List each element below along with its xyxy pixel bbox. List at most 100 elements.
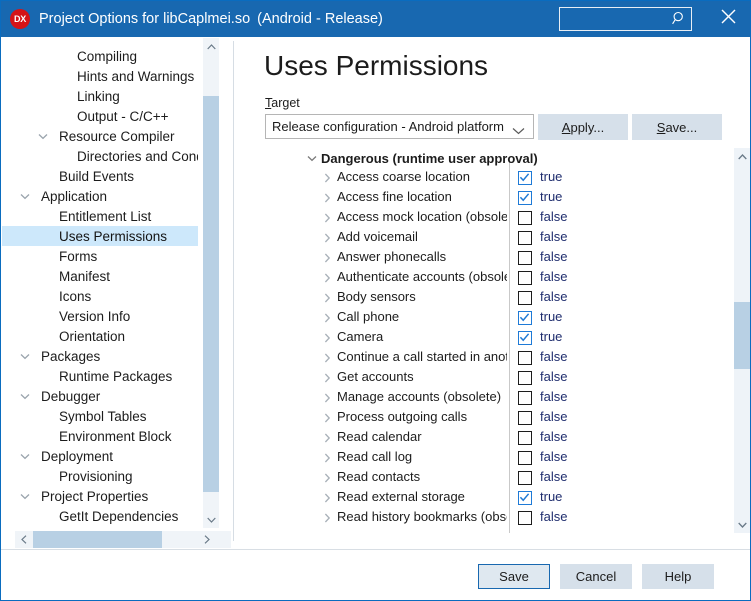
sidebar-item-entitlement-list[interactable]: Entitlement List xyxy=(2,206,198,226)
permission-checkbox[interactable] xyxy=(518,431,532,445)
permission-row[interactable]: Process outgoing callsfalse xyxy=(296,408,733,428)
permission-checkbox[interactable] xyxy=(518,291,532,305)
permission-checkbox[interactable] xyxy=(518,451,532,465)
close-button[interactable] xyxy=(714,5,742,33)
sidebar-item-environment-block[interactable]: Environment Block xyxy=(2,426,198,446)
help-button[interactable]: Help xyxy=(642,564,714,589)
permission-row[interactable]: Access coarse locationtrue xyxy=(296,168,733,188)
permission-row[interactable]: Answer phonecallsfalse xyxy=(296,248,733,268)
sidebar-item-uses-permissions[interactable]: Uses Permissions xyxy=(2,226,198,246)
sidebar-item-runtime-packages[interactable]: Runtime Packages xyxy=(2,366,198,386)
sidebar-item-linking[interactable]: Linking xyxy=(2,86,198,106)
permission-checkbox[interactable] xyxy=(518,351,532,365)
save-config-button[interactable]: Save... xyxy=(632,114,722,140)
sidebar-item-provisioning[interactable]: Provisioning xyxy=(2,466,198,486)
permission-row[interactable]: Read external storagetrue xyxy=(296,488,733,508)
chevron-right-icon[interactable] xyxy=(320,351,334,365)
permission-row[interactable]: Call phonetrue xyxy=(296,308,733,328)
tree-scroll-up-button[interactable] xyxy=(203,38,219,55)
chevron-right-icon[interactable] xyxy=(320,511,334,525)
chevron-right-icon[interactable] xyxy=(320,191,334,205)
sidebar-item-output-c-c[interactable]: Output - C/C++ xyxy=(2,106,198,126)
permissions-scroll-up-button[interactable] xyxy=(734,148,751,165)
permission-row[interactable]: Add voicemailfalse xyxy=(296,228,733,248)
apply-button[interactable]: Apply... xyxy=(538,114,628,140)
sidebar-item-forms[interactable]: Forms xyxy=(2,246,198,266)
permission-checkbox[interactable] xyxy=(518,471,532,485)
chevron-right-icon[interactable] xyxy=(320,471,334,485)
permission-checkbox[interactable] xyxy=(518,511,532,525)
permission-checkbox[interactable] xyxy=(518,191,532,205)
chevron-right-icon[interactable] xyxy=(320,251,334,265)
chevron-right-icon[interactable] xyxy=(320,491,334,505)
permission-row[interactable]: Body sensorsfalse xyxy=(296,288,733,308)
permission-checkbox[interactable] xyxy=(518,371,532,385)
sidebar-item-symbol-tables[interactable]: Symbol Tables xyxy=(2,406,198,426)
permission-row[interactable]: Read contactsfalse xyxy=(296,468,733,488)
permission-row[interactable]: Cameratrue xyxy=(296,328,733,348)
sidebar-item-manifest[interactable]: Manifest xyxy=(2,266,198,286)
permission-checkbox[interactable] xyxy=(518,251,532,265)
permission-row[interactable]: Read call logfalse xyxy=(296,448,733,468)
permission-row[interactable]: Continue a call started in another appfa… xyxy=(296,348,733,368)
chevron-down-icon[interactable] xyxy=(17,488,33,504)
permission-checkbox[interactable] xyxy=(518,331,532,345)
sidebar-item-version-info[interactable]: Version Info xyxy=(2,306,198,326)
chevron-right-icon[interactable] xyxy=(320,331,334,345)
chevron-right-icon[interactable] xyxy=(320,371,334,385)
sidebar-item-debugger[interactable]: Debugger xyxy=(2,386,198,406)
chevron-right-icon[interactable] xyxy=(320,211,334,225)
chevron-down-icon[interactable] xyxy=(304,150,320,166)
permission-row[interactable]: Authenticate accounts (obsolete)false xyxy=(296,268,733,288)
options-tree[interactable]: CompilingHints and WarningsLinkingOutput… xyxy=(2,46,198,527)
permission-row[interactable]: Read history bookmarks (obsolete)false xyxy=(296,508,733,528)
sidebar-item-packages[interactable]: Packages xyxy=(2,346,198,366)
permission-row[interactable]: Access mock location (obsolete)false xyxy=(296,208,733,228)
permission-checkbox[interactable] xyxy=(518,211,532,225)
sidebar-item-deployment[interactable]: Deployment xyxy=(2,446,198,466)
permission-checkbox[interactable] xyxy=(518,171,532,185)
sidebar-item-directories-and-conditions[interactable]: Directories and Conditions xyxy=(2,146,198,166)
tree-scroll-down-button[interactable] xyxy=(203,511,219,528)
chevron-right-icon[interactable] xyxy=(320,231,334,245)
chevron-right-icon[interactable] xyxy=(320,391,334,405)
tree-hscrollbar-thumb[interactable] xyxy=(33,531,162,548)
target-combobox[interactable]: Release configuration - Android platform xyxy=(265,114,534,139)
chevron-right-icon[interactable] xyxy=(320,291,334,305)
permission-row[interactable]: Read calendarfalse xyxy=(296,428,733,448)
sidebar-item-resource-compiler[interactable]: Resource Compiler xyxy=(2,126,198,146)
tree-vertical-scrollbar[interactable] xyxy=(203,38,219,528)
chevron-down-icon[interactable] xyxy=(35,128,51,144)
tree-scroll-right-button[interactable] xyxy=(198,531,215,548)
sidebar-item-compiling[interactable]: Compiling xyxy=(2,46,198,66)
chevron-right-icon[interactable] xyxy=(320,311,334,325)
sidebar-item-orientation[interactable]: Orientation xyxy=(2,326,198,346)
chevron-down-icon[interactable] xyxy=(17,348,33,364)
permission-row[interactable]: Manage accounts (obsolete)false xyxy=(296,388,733,408)
chevron-right-icon[interactable] xyxy=(320,411,334,425)
sidebar-item-getit-dependencies[interactable]: GetIt Dependencies xyxy=(2,506,198,526)
sidebar-item-icons[interactable]: Icons xyxy=(2,286,198,306)
permission-checkbox[interactable] xyxy=(518,231,532,245)
permission-row[interactable]: Get accountsfalse xyxy=(296,368,733,388)
sidebar-item-build-events[interactable]: Build Events xyxy=(2,166,198,186)
sidebar-item-project-properties[interactable]: Project Properties xyxy=(2,486,198,506)
permissions-list[interactable]: Dangerous (runtime user approval) Access… xyxy=(296,148,733,533)
sidebar-item-hints-and-warnings[interactable]: Hints and Warnings xyxy=(2,66,198,86)
sidebar-item-application[interactable]: Application xyxy=(2,186,198,206)
chevron-right-icon[interactable] xyxy=(320,431,334,445)
permissions-scrollbar[interactable] xyxy=(734,148,751,533)
chevron-right-icon[interactable] xyxy=(320,451,334,465)
tree-scroll-left-button[interactable] xyxy=(15,531,32,548)
tree-scrollbar-thumb[interactable] xyxy=(203,96,219,492)
search-input[interactable] xyxy=(560,8,668,28)
tree-horizontal-scrollbar[interactable] xyxy=(15,531,215,548)
permission-checkbox[interactable] xyxy=(518,311,532,325)
permission-row[interactable]: Access fine locationtrue xyxy=(296,188,733,208)
permissions-scrollbar-thumb[interactable] xyxy=(734,302,751,369)
search-box[interactable] xyxy=(559,7,692,31)
chevron-down-icon[interactable] xyxy=(17,188,33,204)
permission-checkbox[interactable] xyxy=(518,391,532,405)
chevron-down-icon[interactable] xyxy=(17,388,33,404)
chevron-down-icon[interactable] xyxy=(17,448,33,464)
